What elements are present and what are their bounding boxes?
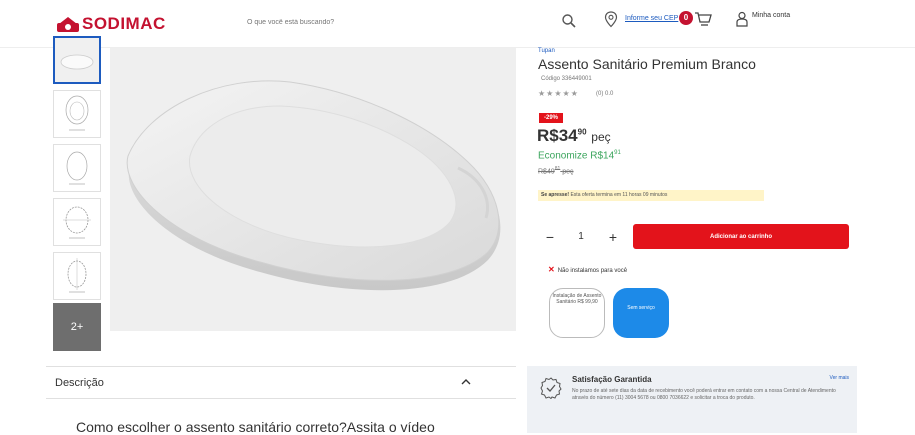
price: R$3490 peç	[537, 126, 611, 146]
add-to-cart-button[interactable]: Adicionar ao carrinho	[633, 224, 849, 249]
main-product-image[interactable]	[110, 48, 516, 331]
savings-value: Economize R$14	[538, 150, 615, 162]
installation-service-option[interactable]: Instalação de Assento Sanitário R$ 99,90	[549, 288, 605, 338]
chevron-up-icon[interactable]	[460, 376, 472, 388]
savings-cents: 91	[614, 150, 621, 156]
thumbnail-1[interactable]	[53, 36, 101, 84]
thumbnail-2[interactable]	[53, 90, 101, 138]
quantity-decrease-button[interactable]: −	[543, 229, 557, 245]
promo-countdown-bar: Se apresse! Esta oferta termina em 11 ho…	[538, 190, 764, 201]
price-value: R$34	[537, 126, 578, 145]
quantity-increase-button[interactable]: +	[606, 229, 620, 245]
old-price: R$4981 peç	[538, 166, 574, 175]
brand-name: SODIMAC	[82, 14, 166, 33]
cart-icon[interactable]	[694, 11, 712, 28]
location-pin-icon[interactable]	[604, 11, 618, 28]
search-icon[interactable]	[561, 13, 577, 29]
product-title: Assento Sanitário Premium Branco	[538, 56, 756, 72]
guarantee-text: No prazo de até sete dias da data de rec…	[572, 388, 836, 401]
thumbnail-3[interactable]	[53, 144, 101, 192]
no-service-option[interactable]: Sem serviço	[613, 288, 669, 338]
account-link[interactable]: Minha conta	[752, 11, 792, 20]
guarantee-more-link[interactable]: Ver mais	[830, 375, 849, 381]
old-price-unit: peç	[562, 168, 574, 176]
cep-link[interactable]: Informe seu CEP	[625, 15, 678, 22]
search-input[interactable]	[235, 10, 535, 34]
satisfaction-guarantee-box: Satisfação Garantida Ver mais No prazo d…	[527, 366, 857, 433]
price-unit: peç	[591, 130, 611, 144]
no-install-text: Não instalamos para você	[557, 268, 628, 274]
discount-badge: -29%	[539, 113, 563, 123]
thumbnail-5[interactable]	[53, 252, 101, 300]
product-code: Código 336449001	[541, 76, 592, 82]
thumbnail-4[interactable]	[53, 198, 101, 246]
guarantee-seal-icon	[540, 377, 562, 399]
description-accordion[interactable]: Descrição	[46, 366, 516, 399]
description-label: Descrição	[55, 377, 104, 389]
cart-count-badge: 0	[679, 11, 693, 25]
product-brand[interactable]: Tupan	[538, 48, 555, 54]
rating-stars[interactable]: ★★★★★	[538, 89, 579, 98]
close-x-icon: ✕	[548, 265, 555, 274]
toilet-seat-image	[126, 80, 501, 291]
seat-drawing-thumb-icon	[65, 95, 89, 131]
more-images-button[interactable]: 2+	[53, 303, 101, 351]
price-cents: 90	[577, 127, 587, 137]
seat-dimension-thumb-icon	[67, 258, 87, 293]
site-header: SODIMAC Informe seu CEP 0 Minha conta	[0, 0, 915, 48]
savings-text: Economize R$1491	[538, 150, 621, 161]
no-install-notice: ✕ Não instalamos para você	[548, 265, 627, 274]
promo-label: Se apresse!	[541, 192, 570, 198]
sodimac-logo[interactable]: SODIMAC	[57, 14, 166, 34]
guarantee-title: Satisfação Garantida	[572, 375, 652, 384]
promo-text: Esta oferta termina em 11 horas 09 minut…	[570, 192, 668, 198]
house-logo-icon	[57, 16, 79, 32]
seat-drawing-thumb-icon	[66, 151, 88, 185]
quantity-value[interactable]: 1	[576, 231, 586, 242]
toilet-seat-thumb-icon	[60, 54, 94, 70]
old-price-cents: 81	[554, 166, 561, 172]
old-price-value: R$49	[538, 168, 555, 176]
rating-value: (0) 0.0	[596, 91, 614, 97]
user-icon[interactable]	[736, 11, 748, 27]
seat-dimension-thumb-icon	[63, 206, 91, 239]
